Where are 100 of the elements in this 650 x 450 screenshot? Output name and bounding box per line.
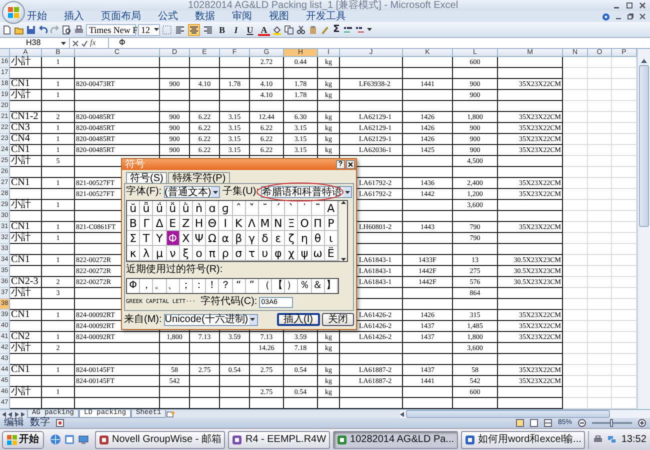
copy-icon[interactable]	[284, 24, 294, 34]
symbol-cell[interactable]: ǖ	[140, 201, 154, 216]
symbol-cell[interactable]: ˜	[312, 201, 325, 216]
menu-item[interactable]: 页面布局	[101, 11, 141, 22]
font-dropdown[interactable]: (普通文本)	[164, 186, 220, 198]
symbol-cell[interactable]: α	[219, 231, 232, 246]
symbol-cell[interactable]: Θ	[206, 216, 220, 231]
symbol-cell[interactable]: ˙	[298, 201, 312, 216]
recent-symbol[interactable]: 、	[166, 279, 180, 293]
symbol-cell[interactable]: Ρ	[324, 216, 338, 231]
network-icon[interactable]	[607, 435, 618, 444]
restore-icon[interactable]	[627, 13, 634, 20]
start-button[interactable]: 开始	[2, 430, 44, 448]
window-icon[interactable]	[64, 434, 75, 445]
symbol-cell[interactable]: γ	[246, 231, 259, 246]
taskbar-button[interactable]: R4 - EEMPL.R4W	[228, 430, 330, 448]
symbol-cell[interactable]: η	[298, 231, 312, 246]
symbol-cell[interactable]: ˊ	[272, 201, 286, 216]
menu-item[interactable]: 视图	[269, 11, 289, 22]
taskbar-button[interactable]: 如何用word和excel输...	[461, 430, 586, 448]
printer-icon[interactable]	[74, 24, 84, 34]
insert-sheet-icon[interactable]	[166, 410, 176, 418]
decrease-decimal-icon[interactable]	[354, 24, 365, 34]
zoom-slider-thumb[interactable]	[610, 419, 614, 427]
recent-symbol[interactable]: Φ	[127, 279, 140, 293]
symbol-cell[interactable]: ǜ	[180, 201, 193, 216]
globe-icon[interactable]	[50, 434, 61, 445]
caret-icon[interactable]	[212, 190, 218, 194]
symbol-cell[interactable]: Υ	[153, 231, 167, 246]
menu-item[interactable]: 开发工具	[306, 11, 346, 22]
scissors-icon[interactable]	[296, 24, 306, 34]
symbol-cell[interactable]: Τ	[140, 231, 154, 246]
font-size-field[interactable]: 12	[138, 24, 160, 36]
menu-item[interactable]: 开始	[27, 11, 47, 22]
dialog-tab[interactable]: 特殊字符(P)	[168, 172, 230, 184]
name-box[interactable]: H38	[0, 38, 70, 48]
sum-button[interactable]: Σ	[332, 24, 341, 36]
recent-symbol[interactable]: 】	[324, 279, 338, 293]
symbol-cell[interactable]: β	[232, 231, 246, 246]
symbol-cell[interactable]: ν	[166, 246, 180, 261]
recent-symbol[interactable]: 。	[153, 279, 167, 293]
symbol-cell[interactable]: ˇ	[246, 201, 259, 216]
symbol-cell[interactable]: χ	[285, 246, 298, 261]
up-arrow-icon[interactable]	[641, 59, 647, 63]
symbol-cell[interactable]: τ	[246, 246, 259, 261]
recent-symbol[interactable]: ％	[298, 279, 312, 293]
symbol-scrollbar[interactable]	[338, 201, 347, 261]
dialog-button[interactable]: 关闭	[322, 313, 354, 326]
menu-item[interactable]: 审阅	[232, 11, 252, 22]
cancel-icon[interactable]	[72, 40, 79, 46]
horizontal-scrollbar[interactable]	[400, 410, 650, 418]
recent-symbol[interactable]: ＆	[312, 279, 325, 293]
symbol-cell[interactable]: Ξ	[285, 216, 298, 231]
symbol-cell[interactable]: ɡ	[219, 201, 232, 216]
symbol-cell[interactable]: Π	[312, 216, 325, 231]
zoom-in-icon[interactable]	[638, 419, 646, 427]
symbol-cell[interactable]: σ	[232, 246, 246, 261]
caret-icon[interactable]	[154, 28, 159, 31]
symbol-cell[interactable]: λ	[140, 246, 154, 261]
symbol-cell[interactable]: μ	[153, 246, 167, 261]
taskbar-button[interactable]: Novell GroupWise - 邮箱	[95, 430, 226, 448]
symbol-cell[interactable]: κ	[127, 246, 140, 261]
symbol-cell[interactable]: Ё	[324, 246, 338, 261]
symbol-cell[interactable]: ρ	[219, 246, 232, 261]
symbol-cell[interactable]: Ζ	[180, 216, 193, 231]
symbol-cell[interactable]: δ	[258, 231, 272, 246]
zoom-out-icon[interactable]	[578, 419, 586, 427]
caret-icon[interactable]	[344, 190, 350, 194]
up-arrow-icon[interactable]	[340, 201, 346, 204]
scrollbar-thumb[interactable]	[406, 410, 610, 418]
symbol-cell[interactable]: Η	[192, 216, 206, 231]
format-button[interactable]: I	[230, 24, 242, 36]
symbol-cell[interactable]: ψ	[298, 246, 312, 261]
print-preview-icon[interactable]	[62, 24, 72, 34]
increase-decimal-icon[interactable]	[342, 24, 353, 34]
symbol-cell[interactable]: φ	[272, 246, 286, 261]
symbol-cell[interactable]: Ο	[298, 216, 312, 231]
symbol-cell[interactable]: Β	[127, 216, 140, 231]
down-arrow-icon[interactable]	[340, 258, 346, 261]
taskbar-button[interactable]: 10282014 AG&LD Pa...	[333, 430, 458, 448]
undo-icon[interactable]	[38, 24, 48, 34]
macro-record-icon[interactable]	[56, 419, 64, 427]
menu-item[interactable]: 插入	[64, 11, 84, 22]
close-icon[interactable]	[348, 162, 353, 167]
printer-icon[interactable]	[593, 435, 604, 444]
dialog-button[interactable]: 插入(I)	[276, 313, 320, 326]
symbol-cell[interactable]: Λ	[246, 216, 259, 231]
symbol-cell[interactable]: ɑ	[206, 201, 220, 216]
help-icon[interactable]	[602, 12, 610, 20]
page-layout-icon[interactable]	[530, 419, 538, 427]
menu-item[interactable]: 公式	[158, 11, 178, 22]
symbol-cell[interactable]: ŭ	[127, 201, 140, 216]
page-break-icon[interactable]	[544, 419, 552, 427]
caret-icon[interactable]	[250, 318, 256, 321]
symbol-cell[interactable]: π	[206, 246, 220, 261]
left-arrow-icon[interactable]	[400, 412, 404, 416]
brush-icon[interactable]	[320, 24, 330, 34]
symbol-cell[interactable]: υ	[258, 246, 272, 261]
symbol-cell[interactable]: Ε	[166, 216, 180, 231]
symbol-cell[interactable]: Δ	[153, 216, 167, 231]
